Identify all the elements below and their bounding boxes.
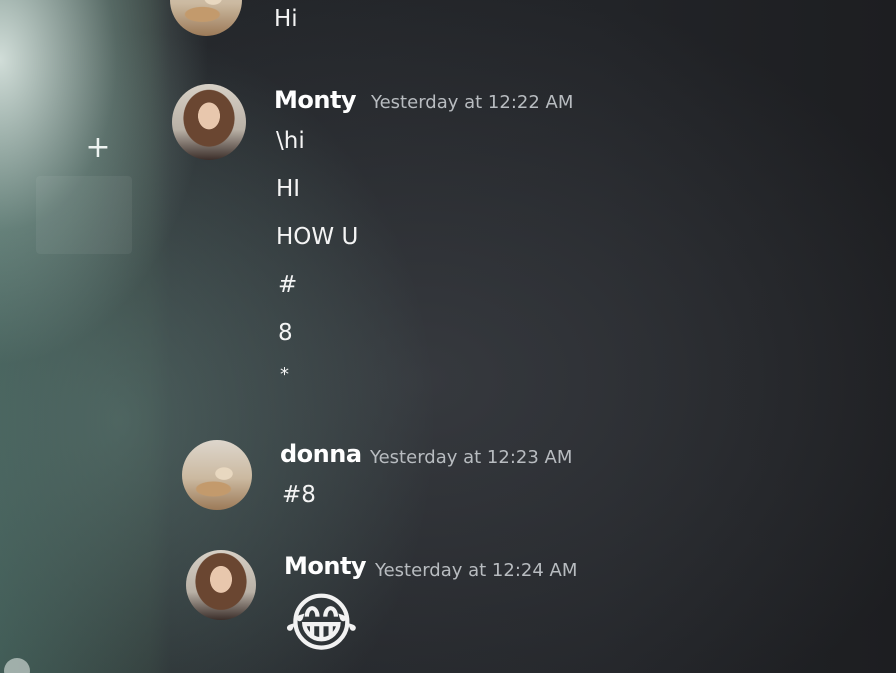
avatar[interactable] <box>182 440 252 510</box>
author-name[interactable]: Monty <box>284 552 367 580</box>
chat-messages: Hi Monty Yesterday at 12:22 AM \hi HI HO… <box>150 0 896 673</box>
user-status-icon[interactable] <box>4 658 30 673</box>
message-timestamp: Yesterday at 12:24 AM <box>375 560 578 581</box>
server-panel[interactable] <box>36 176 132 254</box>
message-text: HOW U <box>276 224 359 250</box>
message-text: \hi <box>276 128 305 154</box>
message-text: * <box>280 364 289 385</box>
message-group: Hi <box>150 0 890 40</box>
author-name[interactable]: Monty <box>274 86 357 114</box>
message-timestamp: Yesterday at 12:22 AM <box>371 92 574 113</box>
author-name[interactable]: donna <box>280 440 362 468</box>
message-text: #8 <box>282 482 316 508</box>
message-text: 8 <box>278 320 293 346</box>
message-text: HI <box>276 176 301 202</box>
message-group: donna Yesterday at 12:23 AM #8 <box>150 436 890 516</box>
plus-icon: + <box>85 130 111 165</box>
add-server-button[interactable]: + <box>84 133 112 163</box>
message-text: Hi <box>274 6 298 32</box>
message-timestamp: Yesterday at 12:23 AM <box>370 447 573 468</box>
laughing-emoji-icon: 😂 <box>284 587 359 661</box>
message-group: Monty Yesterday at 12:24 AM 😂 <box>150 548 890 673</box>
avatar[interactable] <box>172 84 246 160</box>
message-text: # <box>278 272 298 298</box>
server-sidebar: + <box>0 0 150 673</box>
avatar[interactable] <box>186 550 256 620</box>
message-group: Monty Yesterday at 12:22 AM \hi HI HOW U… <box>150 80 890 400</box>
avatar[interactable] <box>170 0 242 36</box>
